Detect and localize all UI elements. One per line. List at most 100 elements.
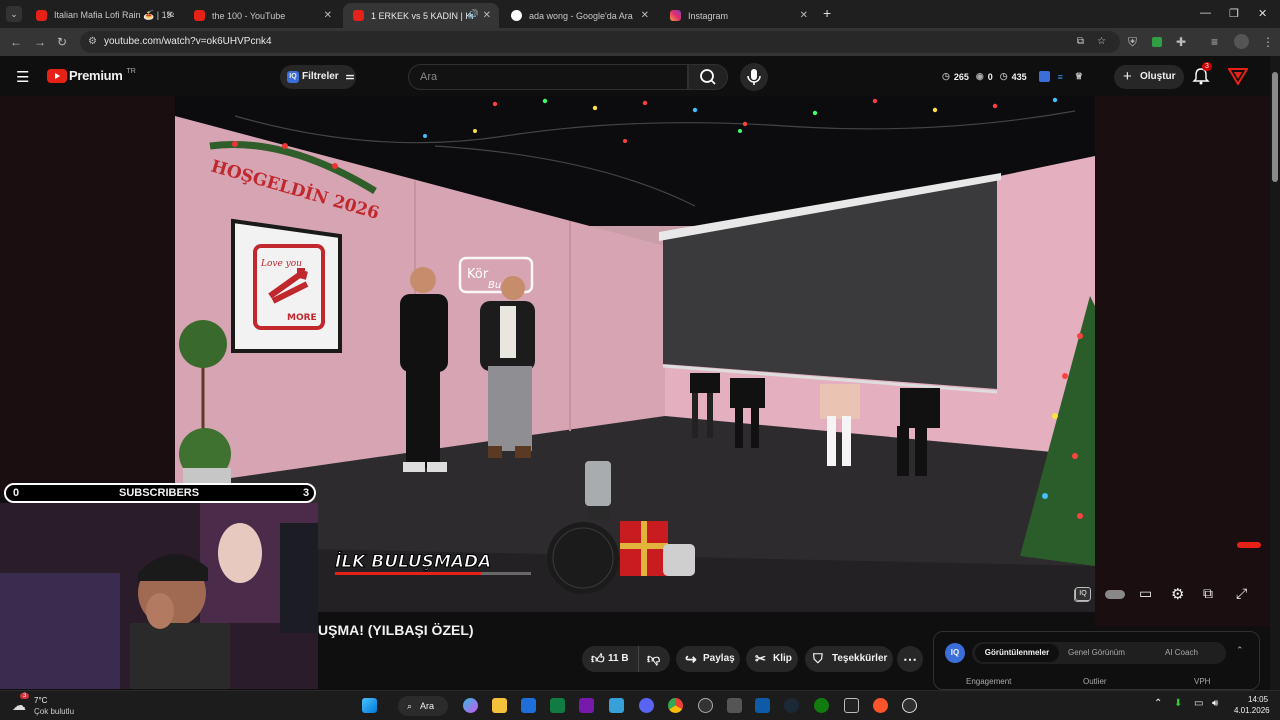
audio-playing-icon[interactable]: 🔊 (468, 9, 479, 20)
iq-tab-overview[interactable]: Genel Görünüm (1068, 644, 1125, 662)
close-tab-icon[interactable]: ✕ (483, 10, 491, 21)
window-close-icon[interactable]: ✕ (1258, 7, 1267, 20)
more-actions-button[interactable]: ⋯ (897, 646, 923, 672)
windows-start-icon[interactable] (362, 698, 377, 713)
search-input[interactable]: Ara (408, 64, 688, 90)
captions-icon[interactable]: ▭ (1139, 585, 1152, 602)
streamer-webcam (0, 503, 318, 689)
subscriber-label: SUBSCRIBERS (119, 487, 200, 499)
iq-toggle-icon[interactable]: IQ (1075, 587, 1091, 601)
channel-avatar[interactable] (1228, 67, 1248, 85)
obs-icon[interactable] (902, 698, 917, 713)
reload-icon[interactable]: ↻ (57, 35, 67, 49)
file-explorer-icon[interactable] (492, 698, 507, 713)
chrome-icon[interactable] (668, 698, 683, 713)
dislike-button[interactable]: 👎︎ (638, 646, 670, 672)
filters-button[interactable]: IQ Filtreler ⚌ (280, 65, 356, 89)
browser-tab-3-active[interactable]: 1 ERKEK vs 5 KADIN | KIYAF 🔊 ✕ (343, 3, 499, 28)
poster-bottom-text: MORE (287, 313, 317, 323)
theater-mode-icon[interactable]: ⧉ (1203, 585, 1213, 602)
discord-icon[interactable] (639, 698, 654, 713)
thanks-button[interactable]: ⛉ Teşekkürler (805, 646, 893, 672)
brave-icon[interactable] (873, 698, 888, 713)
notepad-icon[interactable] (609, 698, 624, 713)
page-scrollbar[interactable] (1270, 56, 1280, 690)
iq-col-vph: VPH (1194, 677, 1211, 686)
thumbs-down-icon: 👎︎ (647, 651, 661, 666)
browser-tab-4[interactable]: ada wong - Google'da Ara ✕ (501, 3, 657, 28)
list-icon[interactable]: ≡ (1058, 72, 1063, 82)
youtube-play-logo-icon (47, 68, 67, 83)
volume-icon[interactable]: 🔊︎ (1212, 698, 1218, 709)
like-button[interactable]: 👍︎ 11 B (582, 646, 638, 672)
iq-tab-views[interactable]: Görüntülenmeler (975, 644, 1059, 662)
forward-icon[interactable]: → (34, 35, 46, 49)
close-tab-icon[interactable]: ✕ (324, 10, 332, 21)
search-button[interactable] (688, 64, 728, 90)
onenote-icon[interactable] (579, 698, 594, 713)
browser-tab-1[interactable]: Italian Mafia Lofi Rain 🍝 | 1940 ✕ (26, 3, 182, 28)
youtube-logo[interactable]: Premium TR (47, 68, 136, 83)
new-tab-icon[interactable]: + (823, 5, 831, 21)
webcam-scene (0, 503, 318, 689)
photos-icon[interactable] (755, 698, 770, 713)
autoplay-switch[interactable] (1105, 590, 1125, 599)
shield-extension-icon[interactable]: ⛨ (1128, 35, 1137, 50)
xbox-icon[interactable] (814, 698, 829, 713)
iq-logo-icon[interactable] (1038, 71, 1050, 82)
address-bar[interactable]: ⚙ youtube.com/watch?v=ok6UHVPcnk4 ⧉ ☆ (80, 31, 1120, 53)
tray-app-icon[interactable]: ⬇ (1174, 698, 1182, 709)
youtube-favicon-icon (36, 10, 47, 21)
restore-icon[interactable]: ❐ (1229, 7, 1239, 20)
create-label: Oluştur (1140, 71, 1176, 82)
media-control-icon[interactable]: ≡ (1211, 35, 1218, 49)
bookmark-star-icon[interactable]: ☆ (1097, 31, 1106, 53)
clock-time[interactable]: 14:05 (1248, 695, 1268, 704)
tray-chevron-icon[interactable]: ⌃ (1154, 698, 1162, 709)
notifications-button[interactable]: 3 (1192, 62, 1212, 85)
share-button[interactable]: ↪ Paylaş (676, 646, 740, 672)
steam-icon[interactable] (784, 698, 799, 713)
tab-search-icon[interactable]: ⌄ (6, 6, 22, 22)
search-placeholder: Ara (420, 71, 438, 83)
extensions-puzzle-icon[interactable]: ✚ (1176, 35, 1186, 49)
close-tab-icon[interactable]: ✕ (800, 10, 808, 21)
tab-title: Italian Mafia Lofi Rain 🍝 | 1940 (54, 10, 174, 20)
clip-button[interactable]: ✂ Klip (746, 646, 798, 672)
scroll-thumb[interactable] (1272, 72, 1278, 182)
avatar-logo-icon (1228, 68, 1248, 85)
gear-icon[interactable]: ⚙ (1171, 585, 1184, 603)
menu-dots-icon[interactable]: ⋮ (1262, 35, 1274, 49)
expand-icon[interactable]: ⤢ (1236, 585, 1247, 602)
copilot-icon[interactable] (463, 698, 478, 713)
browser-tab-5[interactable]: Instagram ✕ (660, 3, 816, 28)
iq-panel-logo-icon: IQ (945, 643, 965, 663)
taskbar-search-label: Ara (420, 701, 435, 711)
ambient-glow-right (1095, 96, 1270, 626)
clock-date[interactable]: 4.01.2026 (1234, 706, 1270, 715)
excel-icon[interactable] (550, 698, 565, 713)
trophy-icon[interactable]: ♕ (1075, 71, 1083, 82)
hamburger-menu-icon[interactable]: ☰ (16, 68, 29, 86)
weather-widget[interactable]: ☁ 3 7°C Çok bulutlu (12, 693, 92, 719)
notification-badge: 3 (1202, 62, 1212, 71)
taskbar-search[interactable]: ⌕ Ara (398, 696, 448, 716)
browser-toolbar: ← → ↻ ⚙ youtube.com/watch?v=ok6UHVPcnk4 … (0, 28, 1280, 56)
iq-tab-ai-coach[interactable]: AI Coach (1165, 644, 1198, 662)
close-tab-icon[interactable]: ✕ (166, 10, 174, 21)
github-icon[interactable] (698, 698, 713, 713)
browser-tab-2[interactable]: the 100 - YouTube ✕ (184, 3, 340, 28)
install-icon[interactable]: ⧉ (1077, 31, 1084, 53)
create-button[interactable]: + Oluştur (1114, 65, 1184, 89)
back-icon[interactable]: ← (10, 35, 22, 49)
voice-search-button[interactable] (740, 63, 768, 91)
site-info-icon[interactable]: ⚙ (88, 31, 97, 53)
calculator-icon[interactable] (727, 698, 742, 713)
collapse-chevron-icon[interactable]: ⌃ (1236, 645, 1244, 656)
epic-games-icon[interactable] (844, 698, 859, 713)
close-tab-icon[interactable]: ✕ (641, 10, 649, 21)
green-extension-icon[interactable] (1152, 37, 1162, 47)
profile-icon[interactable] (1234, 34, 1249, 49)
minimize-icon[interactable]: — (1200, 7, 1211, 19)
store-icon[interactable] (521, 698, 536, 713)
